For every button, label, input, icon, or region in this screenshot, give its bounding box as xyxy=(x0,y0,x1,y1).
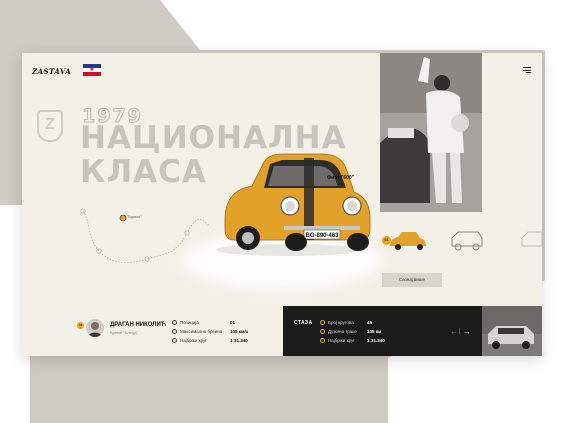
avatar[interactable] xyxy=(86,319,104,337)
license-plate: BG-890-463 xyxy=(305,233,339,239)
track-fastest-lap-value: 1:31.340 xyxy=(367,338,385,343)
prev-arrow-icon[interactable]: ← xyxy=(450,327,458,336)
car-model-label: Фиат "600" xyxy=(327,175,355,181)
thumbnail-number-badge: 01 xyxy=(382,236,391,245)
max-speed-value: 105 км/ч xyxy=(230,329,249,334)
driver-team: Време "Блицд" xyxy=(110,330,138,335)
flag-icon xyxy=(172,320,177,325)
zastava-emblem-icon: Z xyxy=(37,110,63,142)
driver-number-badge: 01 xyxy=(77,322,84,329)
car-thumbnails[interactable] xyxy=(382,228,542,252)
brand-logo[interactable]: ZASTAVA xyxy=(32,67,71,76)
driver-photo xyxy=(380,53,482,212)
page-title-line2: КЛАСА xyxy=(80,154,207,190)
next-car-photo[interactable] xyxy=(482,306,542,356)
laps-value: 45 xyxy=(367,320,373,325)
max-speed-label: Максимална брзина xyxy=(180,329,223,334)
learn-more-button[interactable]: Сазнај више xyxy=(382,273,442,287)
route-icon xyxy=(320,329,325,334)
track-title: СТАЗА xyxy=(294,320,313,326)
yugoslav-flag-icon: ★ xyxy=(83,64,101,76)
hamburger-icon[interactable] xyxy=(523,67,531,73)
lap-icon xyxy=(320,320,325,325)
speed-icon xyxy=(172,329,177,334)
position-value: 01 xyxy=(230,320,236,325)
nav-divider xyxy=(459,328,460,334)
stopwatch-icon xyxy=(172,338,177,343)
track-fastest-lap-label: Најбржи круг xyxy=(328,338,355,343)
driver-name: ДРАГАН НИКОЛИЋ xyxy=(110,322,167,328)
track-length-value: 105 км xyxy=(367,329,382,334)
track-length-label: Дужина траке xyxy=(328,329,357,334)
stopwatch-icon xyxy=(320,338,325,343)
fastest-lap-label: Најбржи круг xyxy=(180,338,207,343)
main-card: ZASTAVA ★ Z 1979 НАЦИОНАЛНА КЛАСА "Бурил… xyxy=(22,53,542,356)
fastest-lap-value: 1:31.340 xyxy=(230,338,248,343)
position-label: Позиција xyxy=(180,320,199,325)
laps-label: Број кругова xyxy=(328,320,354,325)
next-arrow-icon[interactable]: → xyxy=(463,327,471,336)
track-location-label: "Бурило" xyxy=(127,215,142,219)
fiat-600-car[interactable]: BG-890-463 xyxy=(200,148,380,258)
